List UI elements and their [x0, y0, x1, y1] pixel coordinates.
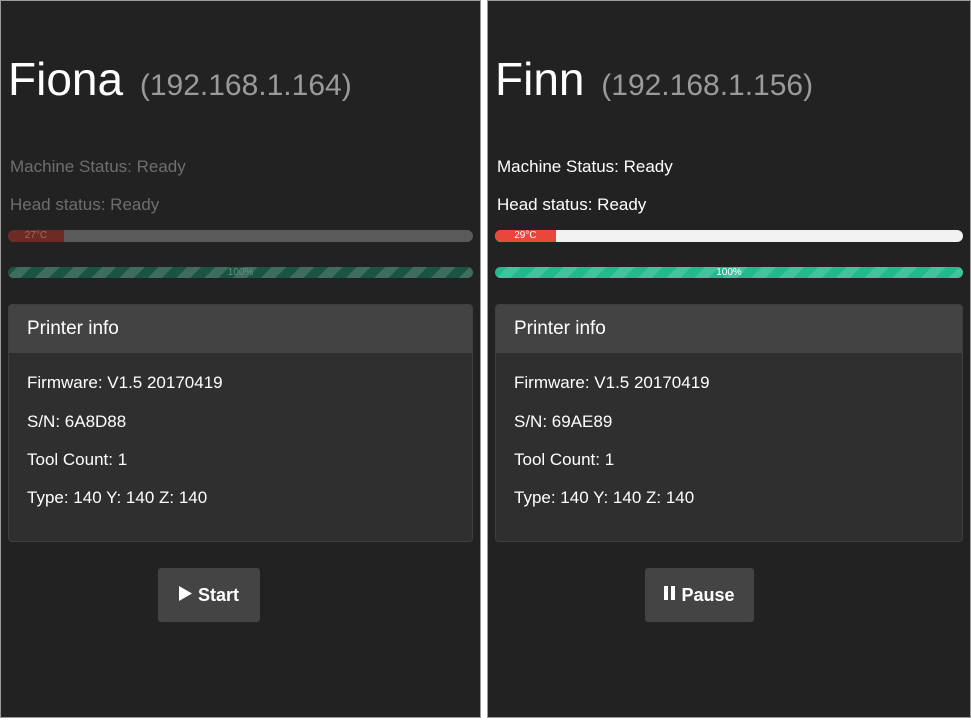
printer-title: Fiona (192.168.1.164) — [8, 53, 352, 112]
printer-info-header: Printer info — [9, 305, 472, 353]
machine-status: Machine Status: Ready — [10, 157, 186, 176]
serial-number-text: S/N: 6A8D88 — [27, 412, 127, 431]
progress-fill: 100% — [495, 267, 963, 278]
progress-bar: 100% — [8, 267, 473, 278]
firmware-text: Firmware: V1.5 20170419 — [27, 373, 223, 392]
head-status: Head status: Ready — [10, 195, 160, 214]
printer-name: Finn — [495, 53, 585, 105]
pause-icon — [664, 586, 676, 604]
printer-info-card: Printer info Firmware: V1.5 20170419 S/N… — [8, 304, 473, 542]
printer-panel-finn: Finn (192.168.1.156) Machine Status: Rea… — [487, 0, 971, 718]
serial-number-text: S/N: 69AE89 — [514, 412, 613, 431]
temperature-fill: 29°C — [495, 230, 556, 242]
type-text: Type: 140 Y: 140 Z: 140 — [514, 488, 695, 507]
firmware-text: Firmware: V1.5 20170419 — [514, 373, 710, 392]
tool-count-text: Tool Count: 1 — [514, 450, 615, 469]
machine-status: Machine Status: Ready — [497, 157, 673, 176]
printer-info-card: Printer info Firmware: V1.5 20170419 S/N… — [495, 304, 963, 542]
printer-title: Finn (192.168.1.156) — [495, 53, 813, 112]
printer-panel-fiona: Fiona (192.168.1.164) Machine Status: Re… — [0, 0, 481, 718]
start-button[interactable]: Start — [158, 568, 260, 622]
printer-ip: (192.168.1.156) — [601, 69, 814, 102]
play-icon — [178, 585, 192, 605]
progress-bar: 100% — [495, 267, 963, 278]
printer-ip: (192.168.1.164) — [139, 69, 352, 102]
temperature-bar: 27°C — [8, 230, 473, 242]
temperature-fill: 27°C — [8, 230, 64, 242]
printer-info-header: Printer info — [496, 305, 962, 353]
pause-button-label: Pause — [681, 584, 735, 605]
pause-button[interactable]: Pause — [645, 568, 754, 622]
type-text: Type: 140 Y: 140 Z: 140 — [27, 488, 208, 507]
start-button-label: Start — [197, 584, 239, 605]
tool-count-text: Tool Count: 1 — [27, 450, 128, 469]
head-status: Head status: Ready — [497, 195, 647, 214]
printer-name: Fiona — [8, 53, 124, 105]
progress-fill: 100% — [8, 267, 473, 278]
temperature-bar: 29°C — [495, 230, 963, 242]
